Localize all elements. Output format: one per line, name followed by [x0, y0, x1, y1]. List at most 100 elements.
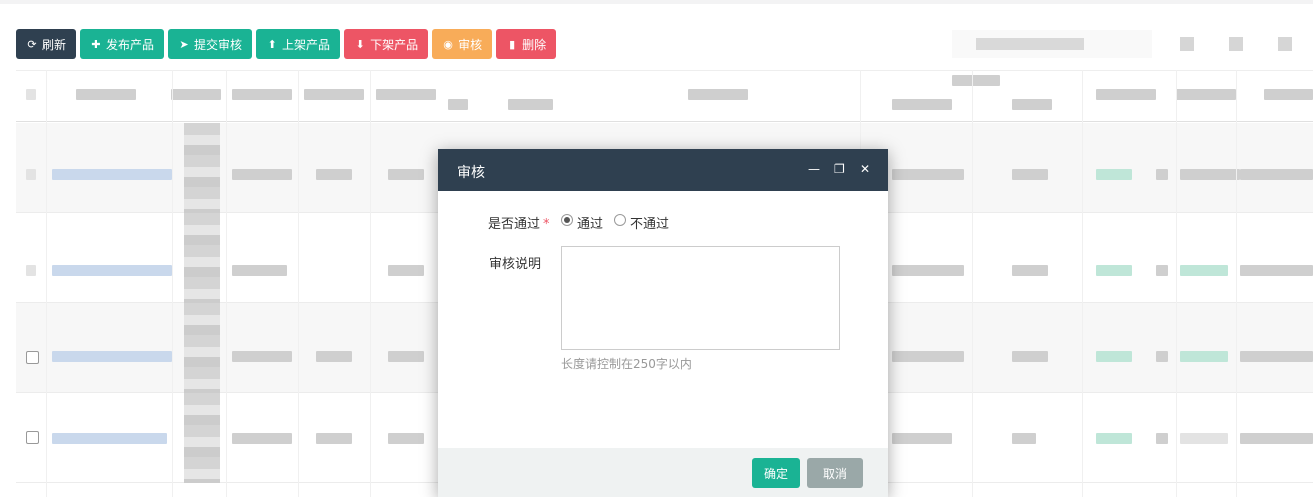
toolbar-icon-blurred[interactable]: [1278, 37, 1292, 51]
cell-link-blur: [52, 169, 172, 180]
toolbar-icon-blurred[interactable]: [1180, 37, 1194, 51]
delete-button[interactable]: ▮ 删除: [496, 29, 557, 59]
cell-link-blur: [52, 433, 167, 444]
dialog-header: 审核 — ❐ ✕: [438, 149, 888, 191]
cell-blur: [1240, 169, 1313, 180]
toolbar-icon-blurred[interactable]: [1229, 37, 1243, 51]
reject-radio[interactable]: [614, 214, 626, 226]
top-band: [0, 0, 1313, 4]
status-badge-blur: [1096, 433, 1132, 444]
header-cell-blur: [952, 75, 1000, 86]
cell-blur: [892, 433, 952, 444]
list-product-button-label: 上架产品: [282, 37, 331, 52]
column-divider: [972, 70, 973, 497]
review-note-textarea[interactable]: [561, 246, 840, 350]
cell-link-blur: [52, 351, 172, 362]
refresh-icon: ⟳: [27, 37, 37, 51]
table-header: [16, 70, 1313, 122]
cell-blur: [388, 169, 424, 180]
column-divider: [172, 70, 173, 497]
status-badge-blur: [1096, 169, 1132, 180]
header-cell-blur: [688, 89, 748, 100]
header-cell-blur: [892, 99, 952, 110]
cell-link-blur: [52, 265, 172, 276]
review-button[interactable]: ◉ 审核: [432, 29, 493, 59]
column-divider: [1176, 70, 1177, 497]
cell-blur: [26, 265, 36, 276]
publish-product-button-label: 发布产品: [106, 37, 155, 52]
trash-icon: ▮: [509, 37, 516, 51]
pass-radio-label[interactable]: 通过: [577, 213, 603, 232]
cell-blur: [1240, 433, 1313, 444]
status-badge-blur: [1096, 351, 1132, 362]
cell-blur: [232, 169, 292, 180]
list-product-button[interactable]: ⬆ 上架产品: [256, 29, 341, 59]
refresh-button[interactable]: ⟳ 刷新: [16, 29, 77, 59]
product-image-blur: [184, 393, 220, 483]
cell-blur: [892, 265, 964, 276]
column-divider: [46, 70, 47, 497]
pass-radio[interactable]: [561, 214, 573, 226]
review-button-label: 审核: [458, 37, 483, 52]
review-dialog: 审核 — ❐ ✕ 是否通过 * 通过 不通过 审核说明 长度请控制在250字以内 …: [438, 149, 888, 497]
confirm-button[interactable]: 确定: [752, 458, 801, 488]
status-badge-blur: [1180, 265, 1228, 276]
header-cell-blur: [1096, 89, 1156, 100]
header-cell-blur: [232, 89, 292, 100]
download-icon: ⬇: [355, 37, 365, 51]
cell-blur: [1012, 351, 1048, 362]
status-badge-blur: [1180, 351, 1228, 362]
product-image-blur: [184, 303, 220, 393]
status-badge-blur: [1096, 265, 1132, 276]
cancel-button[interactable]: 取消: [807, 458, 863, 488]
cell-blur: [232, 265, 287, 276]
cell-blur: [892, 351, 964, 362]
cell-blur: [316, 351, 352, 362]
delist-product-button-label: 下架产品: [370, 37, 419, 52]
column-divider: [226, 70, 227, 497]
header-cell-blur: [76, 89, 136, 100]
cell-blur: [232, 351, 292, 362]
cell-blur: [1180, 433, 1228, 444]
cell-blur: [1156, 433, 1168, 444]
product-image-blur: [184, 123, 220, 213]
row-checkbox[interactable]: [26, 351, 39, 364]
close-icon[interactable]: ✕: [860, 161, 870, 177]
delete-button-label: 删除: [522, 37, 547, 52]
paper-plane-icon: ➤: [179, 37, 189, 51]
maximize-icon[interactable]: ❐: [834, 161, 845, 177]
search-input-blurred[interactable]: [952, 30, 1152, 58]
publish-product-button[interactable]: ✚ 发布产品: [80, 29, 165, 59]
header-cell-blur: [448, 99, 468, 110]
cell-blur: [26, 169, 36, 180]
header-cell-blur: [1176, 89, 1236, 100]
column-divider: [1236, 70, 1237, 497]
row-checkbox[interactable]: [26, 431, 39, 444]
reject-radio-label[interactable]: 不通过: [630, 213, 669, 232]
delist-product-button[interactable]: ⬇ 下架产品: [344, 29, 429, 59]
upload-icon: ⬆: [267, 37, 277, 51]
cell-blur: [316, 433, 352, 444]
submit-review-button-label: 提交审核: [194, 37, 243, 52]
cell-blur: [388, 351, 424, 362]
refresh-button-label: 刷新: [42, 37, 67, 52]
cell-blur: [1156, 265, 1168, 276]
cell-blur: [1012, 433, 1036, 444]
submit-review-button[interactable]: ➤ 提交审核: [168, 29, 253, 59]
minimize-icon[interactable]: —: [808, 161, 820, 177]
toolbar: ⟳ 刷新 ✚ 发布产品 ➤ 提交审核 ⬆ 上架产品 ⬇ 下架产品 ◉ 审核 ▮ …: [16, 29, 557, 59]
column-divider: [1082, 70, 1083, 497]
cell-blur: [1156, 169, 1168, 180]
cell-blur: [232, 433, 292, 444]
header-cell-blur: [26, 89, 36, 100]
pass-field-label: 是否通过 *: [488, 213, 550, 232]
cell-blur: [1180, 169, 1240, 180]
cell-blur: [1012, 169, 1048, 180]
page: ⟳ 刷新 ✚ 发布产品 ➤ 提交审核 ⬆ 上架产品 ⬇ 下架产品 ◉ 审核 ▮ …: [0, 0, 1313, 497]
header-cell-blur: [171, 89, 221, 100]
note-field-label: 审核说明: [489, 257, 542, 272]
cell-blur: [1156, 351, 1168, 362]
cell-blur: [1240, 351, 1313, 362]
plus-icon: ✚: [91, 37, 101, 51]
header-cell-blur: [376, 89, 436, 100]
